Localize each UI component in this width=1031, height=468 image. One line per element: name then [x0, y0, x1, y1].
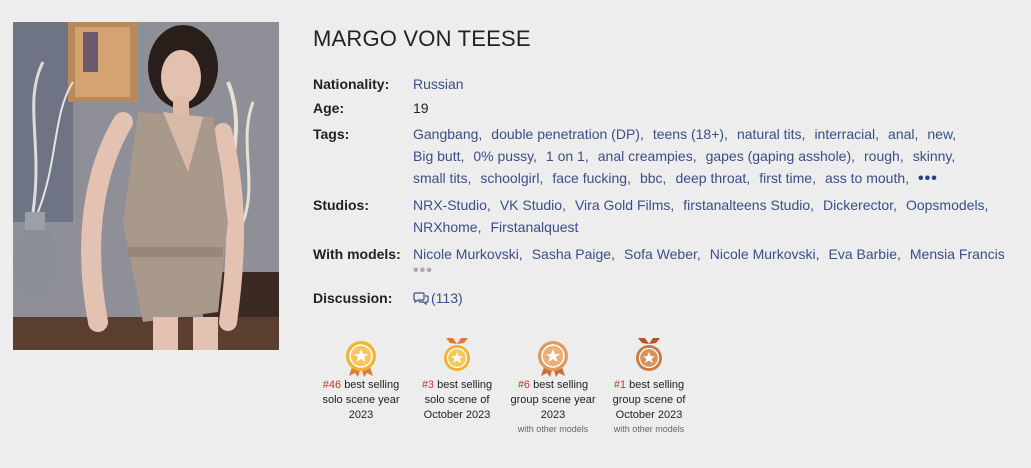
- model-link[interactable]: Nicole Murkovski,: [413, 246, 523, 262]
- tag-link[interactable]: new,: [927, 126, 956, 142]
- award-subtext: with other models: [613, 424, 685, 434]
- award-text: solo scene of: [424, 394, 490, 406]
- model-link[interactable]: Nicole Murkovski,: [710, 246, 820, 262]
- nationality-row: Nationality: Russian: [313, 73, 1023, 97]
- award-text: 2023: [540, 409, 566, 421]
- award-rank: #46: [322, 379, 342, 391]
- studio-link[interactable]: NRX-Studio,: [413, 197, 491, 213]
- tag-link[interactable]: 0% pussy,: [473, 148, 537, 164]
- award-text: October 2023: [423, 409, 491, 421]
- tag-link[interactable]: deep throat,: [675, 170, 750, 186]
- award-text: best selling: [629, 379, 685, 391]
- discussion-label: Discussion:: [313, 290, 393, 306]
- award: #3 best selling solo scene of October 20…: [409, 338, 505, 423]
- tag-link[interactable]: Gangbang,: [413, 126, 482, 142]
- discussion-count: (113): [431, 290, 463, 306]
- award-text: best selling: [437, 379, 493, 391]
- tags-more-button[interactable]: •••: [918, 170, 938, 187]
- model-link[interactable]: Sofa Weber,: [624, 246, 701, 262]
- tags-list: Gangbang, double penetration (DP), teens (…: [413, 123, 1023, 194]
- bronze-medal-icon: [538, 341, 568, 377]
- gold-medal-icon: [346, 341, 376, 377]
- studios-list: NRX-Studio, VK Studio, Vira Gold Films, fir…: [413, 194, 1023, 243]
- studio-link[interactable]: Dickerector,: [823, 197, 897, 213]
- tag-link[interactable]: ass to mouth,: [825, 170, 909, 186]
- models-label: With models:: [313, 246, 401, 262]
- model-link[interactable]: Sasha Paige,: [532, 246, 615, 262]
- tag-link[interactable]: teens (18+),: [653, 126, 728, 142]
- award-subtext: with other models: [517, 424, 589, 434]
- studios-label: Studios:: [313, 197, 369, 213]
- tag-link[interactable]: bbc,: [640, 170, 666, 186]
- tag-link[interactable]: skinny,: [913, 148, 956, 164]
- discussion-row: Discussion: (113): [313, 287, 1023, 311]
- award: #6 best selling group scene year 2023 wi…: [505, 338, 601, 436]
- bronze-medal-icon: [636, 338, 662, 371]
- tag-link[interactable]: gapes (gaping asshole),: [706, 148, 855, 164]
- studio-link[interactable]: Oopsmodels,: [906, 197, 988, 213]
- tag-link[interactable]: Big butt,: [413, 148, 464, 164]
- profile-photo: [13, 22, 279, 350]
- award-text: best selling: [344, 379, 400, 391]
- award-rank: #6: [517, 379, 531, 391]
- age-row: Age: 19: [313, 97, 1023, 123]
- gold-medal-icon: [444, 338, 470, 371]
- model-link[interactable]: Eva Barbie,: [829, 246, 901, 262]
- award-rank: #3: [421, 379, 435, 391]
- studios-row: Studios: NRX-Studio, VK Studio, Vira Gold …: [313, 194, 1023, 243]
- model-link[interactable]: Mensia Francis: [910, 246, 1005, 262]
- studio-link[interactable]: Firstanalquest: [490, 219, 578, 235]
- award-text: solo scene year: [322, 394, 400, 406]
- studio-link[interactable]: VK Studio,: [500, 197, 566, 213]
- award: #1 best selling group scene of October 2…: [601, 338, 697, 436]
- studio-link[interactable]: Vira Gold Films,: [575, 197, 674, 213]
- award-text: October 2023: [615, 409, 683, 421]
- award: #46 best selling solo scene year 2023: [313, 338, 409, 423]
- tag-link[interactable]: first time,: [759, 170, 816, 186]
- tag-link[interactable]: interracial,: [814, 126, 879, 142]
- award-text: group scene year: [510, 394, 596, 406]
- tag-link[interactable]: anal creampies,: [598, 148, 697, 164]
- nationality-link[interactable]: Russian: [413, 76, 464, 92]
- award-text: 2023: [348, 409, 374, 421]
- models-list: Nicole Murkovski, Sasha Paige, Sofa Weber,…: [413, 243, 1023, 287]
- tag-link[interactable]: natural tits,: [737, 126, 805, 142]
- age-value: 19: [413, 100, 429, 116]
- profile-info: Nationality: Russian Age: 19 Tags: Gangb…: [313, 73, 1023, 311]
- award-text: group scene of: [612, 394, 686, 406]
- tag-link[interactable]: small tits,: [413, 170, 471, 186]
- tag-link[interactable]: 1 on 1,: [546, 148, 589, 164]
- age-label: Age:: [313, 100, 345, 116]
- award-rank: #1: [613, 379, 627, 391]
- models-row: With models: Nicole Murkovski, Sasha Paig…: [313, 243, 1023, 287]
- tag-link[interactable]: schoolgirl,: [480, 170, 543, 186]
- tag-link[interactable]: anal,: [888, 126, 918, 142]
- tag-link[interactable]: face fucking,: [552, 170, 631, 186]
- models-more-button[interactable]: •••: [413, 263, 1023, 279]
- discussion-link[interactable]: (113): [413, 290, 463, 306]
- studio-link[interactable]: firstanalteens Studio,: [683, 197, 814, 213]
- award-text: best selling: [533, 379, 589, 391]
- model-name: MARGO VON TEESE: [313, 26, 531, 51]
- tag-link[interactable]: rough,: [864, 148, 904, 164]
- tags-row: Tags: Gangbang, double penetration (DP), t…: [313, 123, 1023, 194]
- tag-link[interactable]: double penetration (DP),: [491, 126, 644, 142]
- nationality-label: Nationality:: [313, 76, 390, 92]
- tags-label: Tags:: [313, 126, 350, 142]
- studio-link[interactable]: NRXhome,: [413, 219, 481, 235]
- comments-icon: [413, 289, 429, 311]
